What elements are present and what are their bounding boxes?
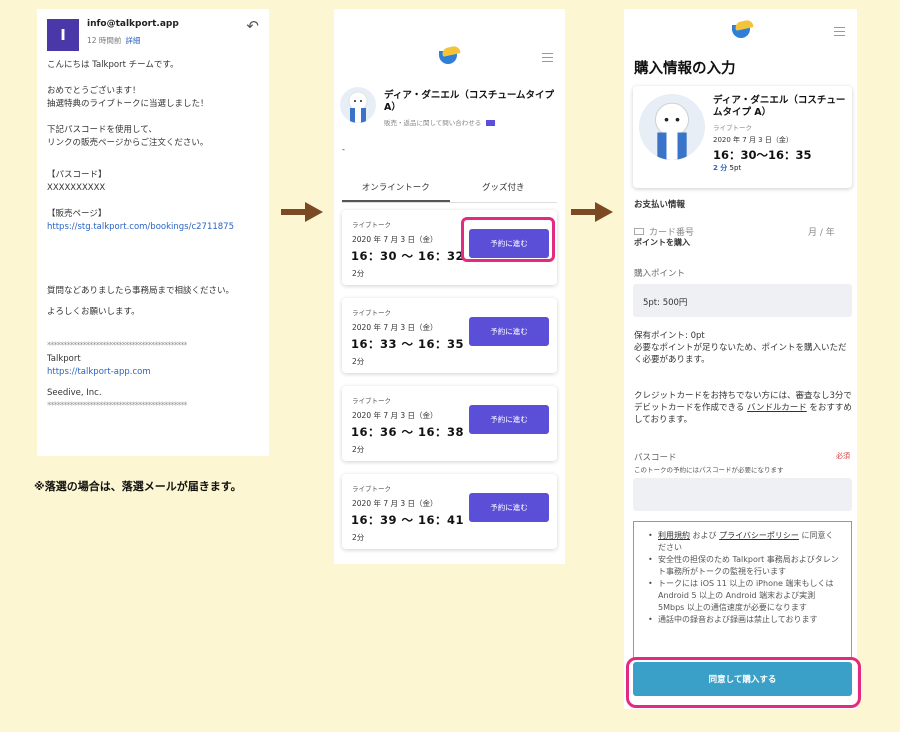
passcode-label: 【パスコード】 — [47, 170, 107, 180]
page-title: 購入情報の入力 — [634, 61, 736, 77]
greeting: こんにちは Talkport チームです。 — [47, 60, 179, 70]
sender-avatar: I — [47, 19, 79, 51]
tab-with-goods[interactable]: グッズ付き — [450, 181, 558, 202]
reply-icon[interactable]: ↶ — [246, 19, 259, 34]
slot-time: 16：30 ～ 16：32 — [351, 249, 465, 263]
talk-type: ライブトーク — [713, 124, 752, 132]
terms-item: トークには iOS 11 以上の iPhone 端末もしくは Android 5… — [648, 578, 841, 614]
reserve-button[interactable]: 予約に進む — [469, 493, 549, 522]
contact-link-text: 販売・返品に関して問い合わせる — [384, 119, 482, 127]
email-header: I info@talkport.app 12 時間前 詳細 ↶ — [37, 9, 269, 51]
passcode-label: パスコード — [634, 453, 677, 463]
slot-type: ライブトーク — [352, 397, 391, 405]
detail-link[interactable]: 詳細 — [125, 36, 140, 45]
talk-points: 5pt — [729, 164, 742, 172]
sales-page-label: 【販売ページ】 — [47, 209, 107, 219]
terms-box: 利用規約 および プライバシーポリシー に同意ください 安全性の担保のため Ta… — [633, 521, 852, 659]
contact-link[interactable]: 販売・返品に関して問い合わせる — [384, 117, 496, 127]
slot-duration: 2分 — [352, 357, 365, 366]
arrow-right-icon — [281, 202, 325, 222]
talk-time: 16：30～16：35 — [713, 148, 812, 162]
card-expiry-field[interactable]: 月 / 年 — [808, 225, 835, 238]
rejection-note: ※落選の場合は、落選メールが届きます。 — [34, 480, 242, 493]
passcode-note: このトークの予約にはパスコードが必要になります — [634, 466, 784, 474]
card-note: クレジットカードをお持ちでない方には、審査なし3分でデビットカードを作成できる … — [634, 390, 852, 426]
tab-bar: オンライントーク グッズ付き — [342, 181, 557, 203]
terms-and: および — [690, 531, 720, 540]
reserve-highlight-frame — [461, 217, 555, 262]
passcode-input[interactable] — [633, 478, 852, 511]
divider-bottom: ****************************************… — [47, 401, 187, 411]
required-badge: 必須 — [836, 452, 850, 460]
terms-of-use-link[interactable]: 利用規約 — [658, 531, 690, 540]
purchase-highlight-frame — [626, 657, 861, 708]
slot-duration: 2分 — [352, 533, 365, 542]
slot-card: ライブトーク 2020 年 7 月 3 日（金） 16：36 ～ 16：38 2… — [342, 386, 557, 461]
arrow-right-icon — [571, 202, 615, 222]
terms-item: 通話中の録音および録画は禁止しております — [648, 614, 841, 626]
slot-time: 16：39 ～ 16：41 — [351, 513, 465, 527]
company-link[interactable]: https://talkport-app.com — [47, 366, 259, 379]
purchase-points-label: 購入ポイント — [634, 269, 686, 279]
slot-card: ライブトーク 2020 年 7 月 3 日（金） 16：33 ～ 16：35 2… — [342, 298, 557, 373]
hamburger-menu-icon[interactable] — [542, 53, 553, 62]
talk-meta: 2 分 5pt — [713, 163, 741, 173]
congrats-line-1: おめでとうございます！ — [47, 86, 141, 96]
hamburger-menu-icon[interactable] — [834, 27, 845, 36]
performer-name: ディア・ダニエル（コスチュームタイプA） — [384, 90, 555, 113]
contact-line: 質問などありましたら事務局まで相談ください。 — [47, 286, 235, 296]
corp-name: Seedive, Inc. — [47, 388, 102, 398]
email-panel: I info@talkport.app 12 時間前 詳細 ↶ こんにちは Tal… — [37, 9, 269, 456]
card-icon — [634, 228, 644, 235]
terms-item: 安全性の担保のため Talkport 事務局およびタレント事務所がトークの監視を… — [648, 554, 841, 578]
talkport-logo — [439, 45, 461, 65]
talkport-logo — [732, 19, 754, 39]
company-name: Talkport — [47, 354, 81, 364]
bundle-card-link[interactable]: バンドルカード — [747, 403, 807, 413]
slot-date: 2020 年 7 月 3 日（金） — [352, 499, 438, 508]
insufficient-note: 必要なポイントが足りないため、ポイントを購入いただく必要があります。 — [634, 343, 847, 365]
slot-date: 2020 年 7 月 3 日（金） — [352, 323, 438, 332]
slot-date: 2020 年 7 月 3 日（金） — [352, 411, 438, 420]
email-time: 12 時間前 詳細 — [87, 35, 179, 46]
dash-text: - — [342, 145, 345, 154]
slot-list-panel: ディア・ダニエル（コスチュームタイプA） 販売・返品に関して問い合わせる - オ… — [334, 9, 565, 564]
sales-page-link[interactable]: https://stg.talkport.com/bookings/c27118… — [47, 221, 259, 234]
reserve-button[interactable]: 予約に進む — [469, 405, 549, 434]
payment-label: お支払い情報 — [634, 200, 686, 210]
slot-duration: 2分 — [352, 269, 365, 278]
email-body: こんにちは Talkport チームです。 おめでとうございます！ 抽選特典のラ… — [37, 51, 269, 413]
slot-date: 2020 年 7 月 3 日（金） — [352, 235, 438, 244]
divider-top: ****************************************… — [47, 341, 187, 351]
instruction-line-2: リンクの販売ページからご注文ください。 — [47, 138, 209, 148]
terms-item: 利用規約 および プライバシーポリシー に同意ください — [648, 530, 841, 554]
instruction-line-1: 下記パスコードを使用して、 — [47, 125, 157, 135]
slot-type: ライブトーク — [352, 485, 391, 493]
buy-points-label: ポイントを購入 — [634, 238, 690, 247]
performer-card: ディア・ダニエル（コスチュームタイプ A） ライブトーク 2020 年 7 月 … — [633, 86, 852, 188]
talk-duration: 2 分 — [713, 164, 728, 172]
owned-points: 保有ポイント: 0pt — [634, 331, 705, 341]
performer-name: ディア・ダニエル（コスチュームタイプ A） — [713, 95, 846, 118]
sender-address: info@talkport.app — [87, 19, 179, 29]
performer-avatar — [639, 94, 705, 160]
mail-icon — [486, 120, 496, 126]
performer-avatar — [340, 87, 376, 123]
slot-type: ライブトーク — [352, 309, 391, 317]
talk-date: 2020 年 7 月 3 日（金） — [713, 136, 793, 144]
slot-time: 16：36 ～ 16：38 — [351, 425, 465, 439]
slot-card: ライブトーク 2020 年 7 月 3 日（金） 16：39 ～ 16：41 2… — [342, 474, 557, 549]
purchase-points-select[interactable]: 5pt: 500円 — [633, 284, 852, 317]
regards-line: よろしくお願いします。 — [47, 307, 140, 317]
privacy-policy-link[interactable]: プライバシーポリシー — [719, 531, 799, 540]
tab-online-talk[interactable]: オンライントーク — [342, 181, 450, 202]
passcode-value: XXXXXXXXXX — [47, 183, 106, 193]
congrats-line-2: 抽選特典のライブトークに当選しました！ — [47, 99, 209, 109]
purchase-form-panel: 購入情報の入力 ディア・ダニエル（コスチュームタイプ A） ライブトーク 202… — [624, 9, 857, 709]
reserve-button[interactable]: 予約に進む — [469, 317, 549, 346]
slot-type: ライブトーク — [352, 221, 391, 229]
email-time-text: 12 時間前 — [87, 36, 122, 45]
slot-duration: 2分 — [352, 445, 365, 454]
slot-time: 16：33 ～ 16：35 — [351, 337, 465, 351]
